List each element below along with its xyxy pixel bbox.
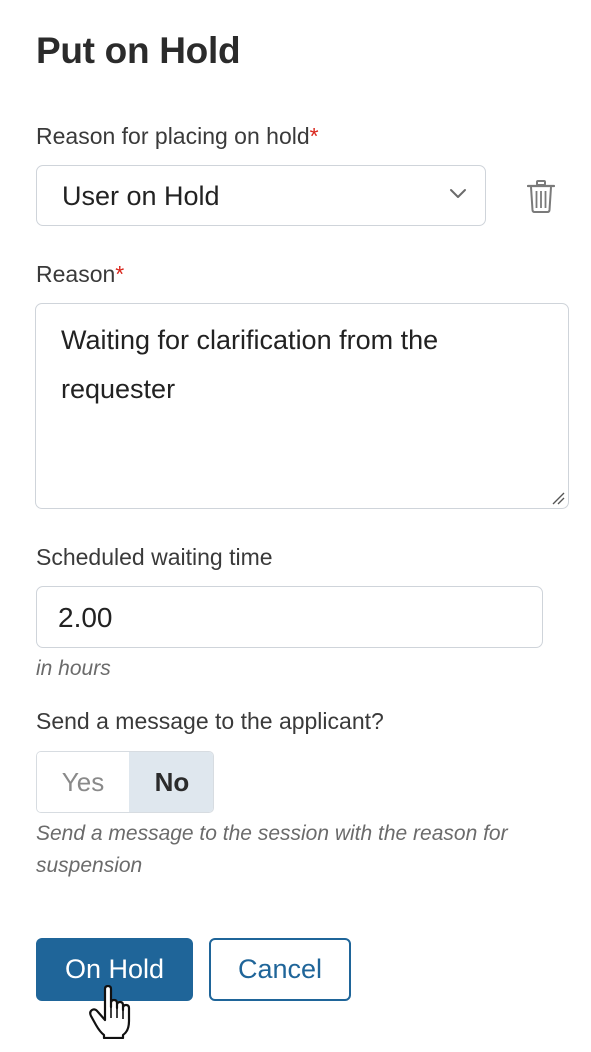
hand-pointer-icon: [89, 985, 131, 1039]
hold-reason-select[interactable]: User on Hold: [36, 165, 486, 226]
hold-reason-selected-value: User on Hold: [62, 181, 220, 211]
dialog-title: Put on Hold: [36, 30, 241, 71]
reason-label-text: Reason: [36, 261, 116, 287]
waiting-time-value: 2.00: [58, 602, 113, 633]
waiting-time-hint: in hours: [36, 657, 111, 680]
toggle-option-yes[interactable]: Yes: [37, 752, 129, 812]
required-mark: *: [115, 261, 125, 287]
hold-reason-label-text: Reason for placing on hold: [36, 123, 310, 149]
send-message-toggle: Yes No: [36, 751, 214, 813]
send-message-label: Send a message to the applicant?: [36, 708, 384, 734]
reason-textarea-value: Waiting for clarification from the reque…: [61, 325, 439, 404]
reason-label: Reason*: [36, 261, 124, 288]
reason-textarea[interactable]: Waiting for clarification from the reque…: [35, 303, 569, 509]
cancel-button[interactable]: Cancel: [209, 938, 351, 1001]
put-on-hold-dialog: Put on Hold Reason for placing on hold* …: [0, 0, 591, 1052]
waiting-time-input[interactable]: 2.00: [36, 586, 543, 648]
required-mark: *: [309, 123, 319, 149]
toggle-option-no[interactable]: No: [129, 752, 213, 812]
chevron-down-icon: [450, 189, 466, 198]
waiting-time-label: Scheduled waiting time: [36, 544, 273, 570]
trash-icon[interactable]: [527, 180, 555, 213]
resize-handle-icon[interactable]: [551, 491, 565, 505]
hold-reason-label: Reason for placing on hold*: [36, 123, 319, 150]
send-message-hint: Send a message to the session with the r…: [36, 822, 508, 877]
